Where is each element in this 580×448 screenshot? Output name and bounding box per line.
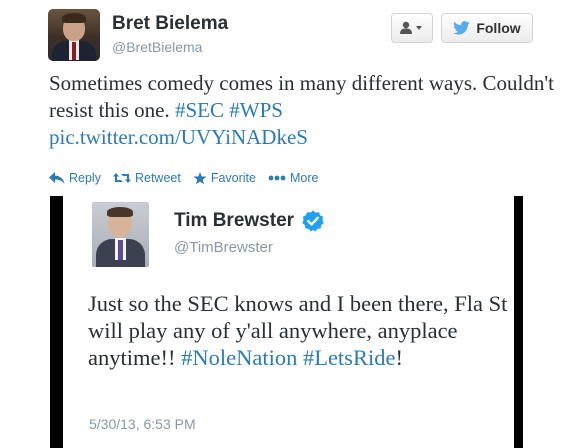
author-name[interactable]: Bret Bielema: [112, 13, 228, 35]
hashtag-sec[interactable]: #SEC: [175, 98, 224, 122]
hashtag-nolenation: #NoleNation: [181, 345, 298, 370]
embedded-author-row: Tim Brewster: [174, 210, 324, 232]
follow-button[interactable]: Follow: [441, 13, 533, 43]
embedded-author-avatar: [92, 202, 149, 267]
reply-icon: [49, 172, 65, 184]
embedded-author-handle: @TimBrewster: [174, 239, 273, 256]
verified-badge-icon: [302, 210, 324, 232]
favorite-label: Favorite: [210, 171, 256, 185]
more-dots-icon: [268, 175, 286, 181]
retweet-icon: [112, 173, 131, 183]
retweet-label: Retweet: [134, 171, 181, 185]
tweet-text: Sometimes comedy comes in many different…: [49, 70, 569, 151]
embedded-avatar-hair: [107, 207, 133, 217]
embedded-tweet-end: !: [395, 345, 403, 370]
reply-label: Reply: [69, 171, 101, 185]
tweet-body: Sometimes comedy comes in many different…: [49, 71, 554, 122]
user-dropdown-icon: [400, 21, 422, 34]
reply-action[interactable]: Reply: [49, 171, 101, 185]
retweet-action[interactable]: Retweet: [112, 171, 181, 185]
star-icon: [193, 171, 207, 184]
hashtag-wps[interactable]: #WPS: [229, 98, 283, 122]
author-handle[interactable]: @BretBielema: [112, 39, 202, 55]
avatar-hair: [62, 13, 86, 23]
more-action[interactable]: More: [268, 171, 318, 185]
embedded-avatar-tie: [118, 240, 123, 260]
embedded-author-name: Tim Brewster: [174, 210, 295, 231]
pic-link[interactable]: pic.twitter.com/UVYiNADkeS: [49, 125, 308, 149]
embedded-tweet-body: Just so the SEC knows and I been there, …: [88, 291, 508, 370]
embedded-timestamp: 5/30/13, 6:53 PM: [89, 416, 196, 432]
embedded-tweet-text: Just so the SEC knows and I been there, …: [88, 290, 508, 371]
more-label: More: [289, 171, 319, 185]
author-avatar[interactable]: [48, 9, 100, 61]
tweet-actions: Reply Retweet Favorite More: [49, 170, 330, 186]
avatar-tie: [72, 42, 76, 60]
favorite-action[interactable]: Favorite: [193, 171, 256, 185]
twitter-bird-icon: [453, 21, 470, 35]
hashtag-letsride: #LetsRide: [302, 345, 396, 370]
follow-label: Follow: [476, 20, 521, 36]
user-actions-button[interactable]: [391, 13, 433, 43]
